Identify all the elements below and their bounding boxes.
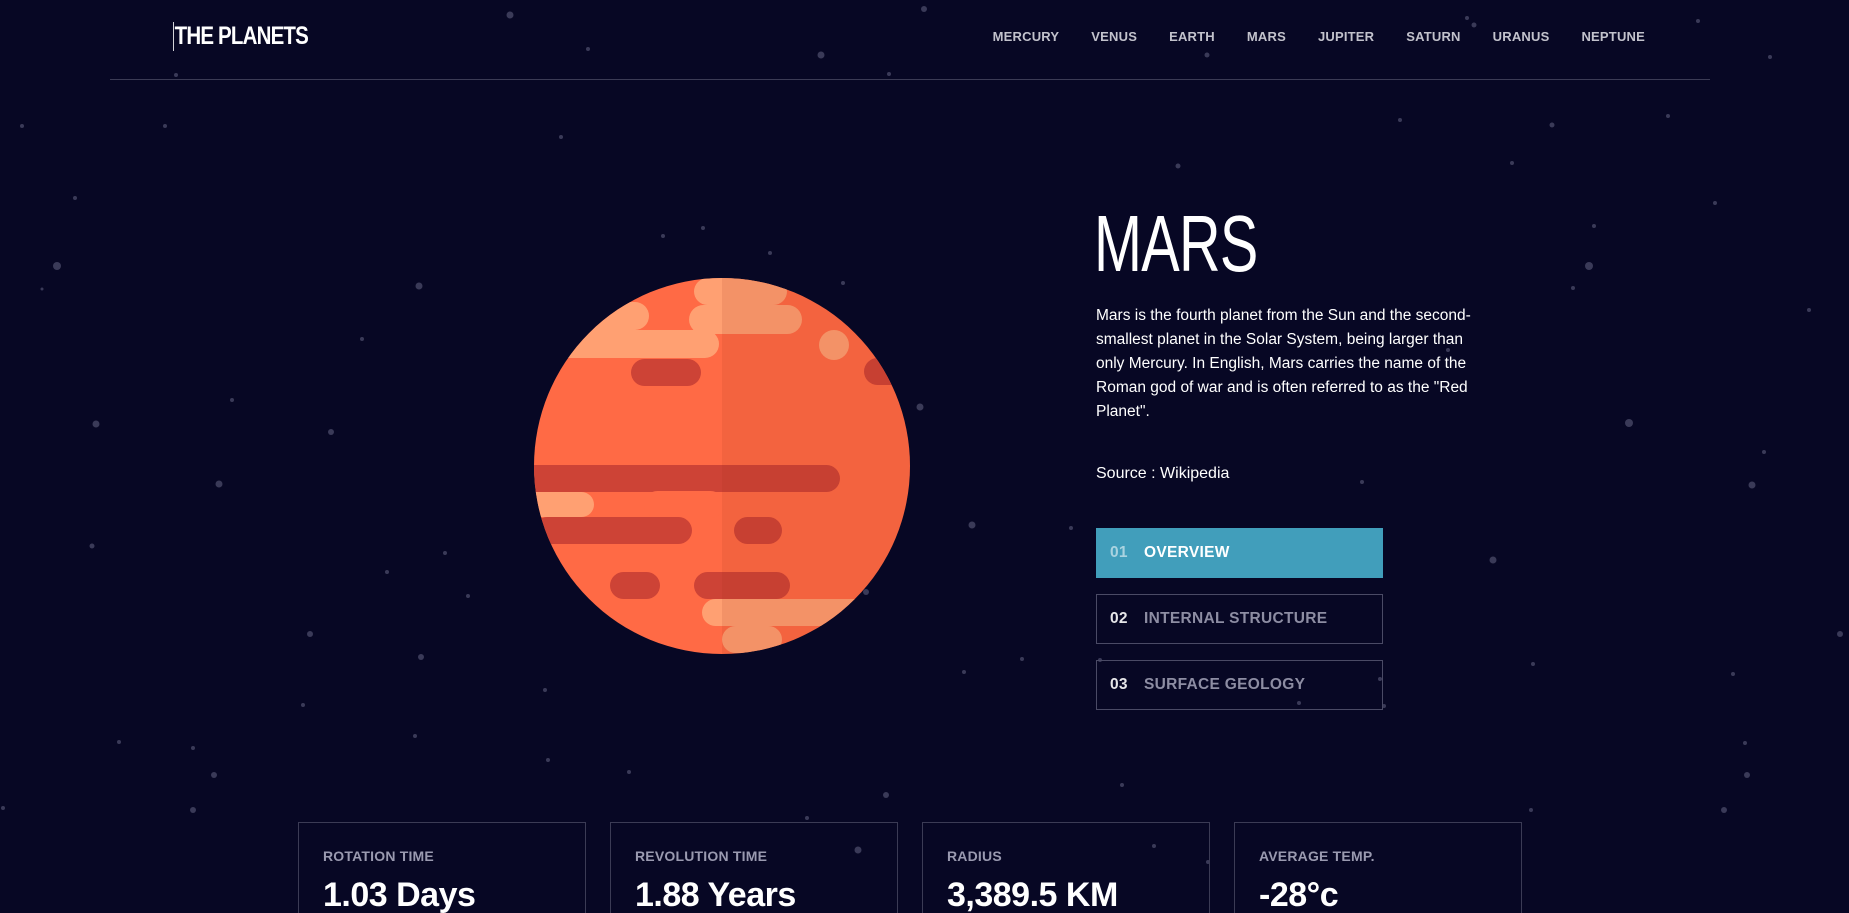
planet-description: Mars is the fourth planet from the Sun a… (1096, 307, 1471, 420)
planet-title: MARS (1094, 199, 1258, 288)
source-line: Source : Wikipedia (1096, 465, 1229, 483)
nav-item-mars[interactable]: MARS (1247, 29, 1286, 44)
view-tabs: 01 OVERVIEW 02 INTERNAL STRUCTURE 03 SUR… (1096, 528, 1383, 726)
tab-number: 03 (1110, 676, 1128, 693)
stat-card-radius: RADIUS 3,389.5 KM (922, 822, 1210, 913)
page: THE PLANETS MERCURY VENUS EARTH MARS JUP… (0, 0, 1849, 913)
tab-number: 02 (1110, 610, 1128, 627)
stat-card-temperature: AVERAGE TEMP. -28°c (1234, 822, 1522, 913)
planet-nav: MERCURY VENUS EARTH MARS JUPITER SATURN … (993, 29, 1645, 44)
mars-planet-illustration (534, 278, 910, 654)
nav-item-neptune[interactable]: NEPTUNE (1581, 29, 1645, 44)
stat-card-revolution: REVOLUTION TIME 1.88 Years (610, 822, 898, 913)
tab-label: SURFACE GEOLOGY (1144, 676, 1306, 693)
app-logo[interactable]: THE PLANETS (173, 22, 309, 51)
stat-value: 1.88 Years (635, 876, 796, 913)
tab-number: 01 (1110, 544, 1128, 561)
nav-item-earth[interactable]: EARTH (1169, 29, 1215, 44)
tab-surface-geology[interactable]: 03 SURFACE GEOLOGY (1096, 660, 1383, 710)
stat-value: 1.03 Days (323, 876, 476, 913)
starfield-background (1, 6, 1843, 864)
source-link[interactable]: Wikipedia (1160, 465, 1229, 482)
source-prefix: Source : (1096, 465, 1161, 482)
header-divider (110, 79, 1710, 80)
tab-label: INTERNAL STRUCTURE (1144, 610, 1328, 627)
nav-item-saturn[interactable]: SATURN (1406, 29, 1460, 44)
stat-label: ROTATION TIME (323, 848, 434, 864)
stats-row: ROTATION TIME 1.03 Days REVOLUTION TIME … (298, 822, 1522, 913)
tab-overview[interactable]: 01 OVERVIEW (1096, 528, 1383, 578)
nav-item-uranus[interactable]: URANUS (1493, 29, 1550, 44)
stat-label: RADIUS (947, 848, 1002, 864)
stat-value: 3,389.5 KM (947, 876, 1118, 913)
stat-value: -28°c (1259, 876, 1339, 913)
stat-label: REVOLUTION TIME (635, 848, 768, 864)
nav-item-mercury[interactable]: MERCURY (993, 29, 1060, 44)
stat-label: AVERAGE TEMP. (1259, 848, 1375, 864)
tab-internal-structure[interactable]: 02 INTERNAL STRUCTURE (1096, 594, 1383, 644)
nav-item-venus[interactable]: VENUS (1091, 29, 1137, 44)
stat-card-rotation: ROTATION TIME 1.03 Days (298, 822, 586, 913)
tab-label: OVERVIEW (1144, 544, 1230, 561)
nav-item-jupiter[interactable]: JUPITER (1318, 29, 1374, 44)
